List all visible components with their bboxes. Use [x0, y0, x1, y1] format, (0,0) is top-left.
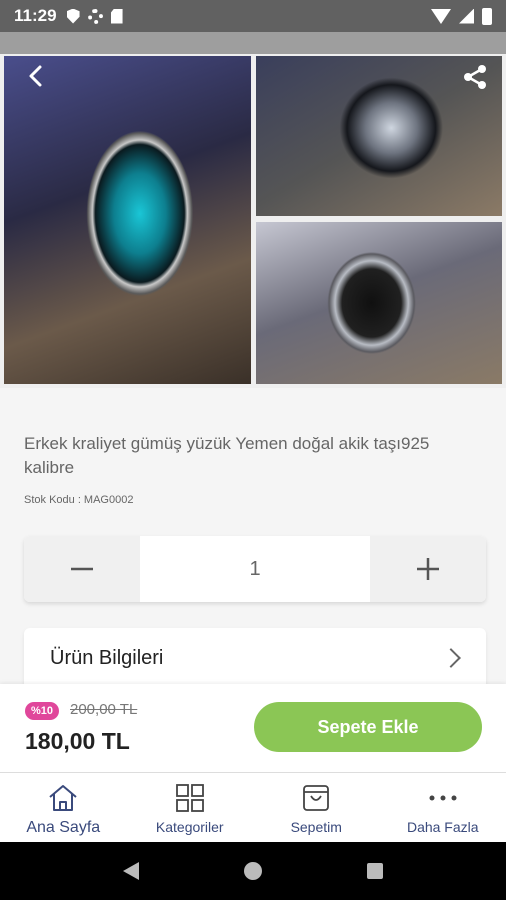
- sdcard-icon: [110, 8, 123, 24]
- grid-icon: [175, 784, 204, 812]
- system-back-icon[interactable]: [122, 862, 139, 880]
- battery-icon: [482, 7, 492, 25]
- status-time: 11:29: [14, 6, 57, 25]
- product-sku: Stok Kodu : MAG0002: [24, 494, 134, 506]
- status-bar: 11:29: [0, 0, 506, 32]
- current-price: 180,00 TL: [25, 728, 130, 754]
- share-button[interactable]: [460, 62, 490, 92]
- system-nav-bar: [0, 842, 506, 900]
- wifi-icon: [431, 8, 451, 24]
- chevron-right-icon: [441, 648, 461, 668]
- chevron-left-icon: [29, 65, 42, 87]
- plus-icon: [417, 558, 439, 580]
- back-button[interactable]: [22, 62, 50, 90]
- gear-icon: [87, 8, 103, 24]
- product-title: Erkek kraliyet gümüş yüzük Yemen doğal a…: [24, 434, 430, 477]
- quantity-value[interactable]: 1: [140, 536, 370, 602]
- quantity-decrease-button[interactable]: [24, 536, 140, 602]
- nav-label-home: Ana Sayfa: [26, 819, 101, 836]
- system-home-icon[interactable]: [243, 862, 262, 880]
- nav-label-cart: Sepetim: [290, 819, 342, 835]
- app-top-band: [0, 32, 506, 54]
- nav-label-categories: Kategoriler: [155, 819, 224, 835]
- nav-item-categories[interactable]: Kategoriler: [127, 773, 254, 842]
- old-price: 200,00 TL: [70, 701, 138, 718]
- quantity-increase-button[interactable]: [370, 536, 486, 602]
- shield-icon: [66, 8, 80, 24]
- nav-item-cart[interactable]: Sepetim: [253, 773, 380, 842]
- nav-item-more[interactable]: Daha Fazla: [380, 773, 506, 842]
- minus-icon: [71, 567, 93, 571]
- product-photo-back[interactable]: [256, 222, 502, 384]
- cart-icon: [303, 785, 330, 811]
- signal-icon: [459, 8, 474, 24]
- home-icon: [49, 785, 77, 811]
- nav-label-more: Daha Fazla: [406, 819, 479, 835]
- add-to-cart-button[interactable]: Sepete Ekle: [254, 702, 482, 752]
- share-icon: [464, 65, 486, 89]
- discount-badge: %10: [25, 702, 59, 720]
- nav-item-home[interactable]: Ana Sayfa: [0, 773, 127, 842]
- product-info-row[interactable]: Ürün Bilgileri: [24, 628, 486, 688]
- product-info-label: Ürün Bilgileri: [50, 646, 164, 669]
- price-bar: %10 200,00 TL 180,00 TL Sepete Ekle: [0, 684, 506, 772]
- more-icon: [429, 795, 457, 801]
- bottom-nav: Ana Sayfa Kategoriler Sepetim Daha Fazla: [0, 772, 506, 842]
- quantity-stepper: 1: [24, 536, 486, 602]
- product-gallery: [0, 54, 506, 388]
- product-photo-main[interactable]: [4, 56, 251, 384]
- system-recents-icon[interactable]: [367, 863, 384, 879]
